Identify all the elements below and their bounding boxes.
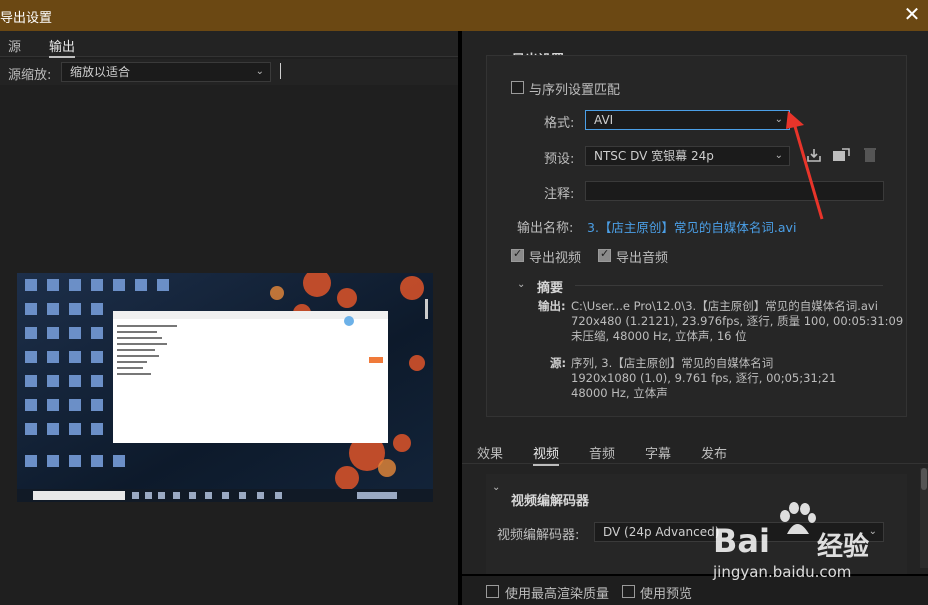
preset-value: NTSC DV 宽银幕 24p <box>594 149 714 163</box>
format-value: AVI <box>594 113 614 127</box>
format-label: 格式: <box>544 116 575 131</box>
use-preview-label: 使用预览 <box>640 587 693 602</box>
tab-video[interactable]: 视频 <box>533 443 560 466</box>
left-tabs: 源 输出 <box>0 31 458 58</box>
summary-output-line: 720x480 (1.2121), 23.976fps, 逐行, 质量 100,… <box>571 314 904 328</box>
export-audio-label: 导出音频 <box>616 251 669 266</box>
max-quality-checkbox[interactable] <box>486 585 499 598</box>
output-name-link[interactable]: 3.【店主原创】常见的自媒体名词.avi <box>587 217 796 236</box>
export-settings-panel: 与序列设置匹配 格式: AVI ⌄ 预设: NTSC DV 宽银幕 24p ⌄ … <box>486 55 907 417</box>
comment-input[interactable] <box>585 181 884 201</box>
watermark-brand-suffix: 经验 <box>817 532 870 562</box>
summary-header: 摘要 <box>537 281 564 296</box>
export-video-checkbox[interactable] <box>511 247 524 262</box>
title-bar: 导出设置 ✕ <box>0 0 928 31</box>
desktop-thumbnail <box>17 273 433 502</box>
format-dropdown[interactable]: AVI ⌄ <box>585 110 790 130</box>
match-sequence-label: 与序列设置匹配 <box>529 83 621 98</box>
summary-output-line: 未压缩, 48000 Hz, 立体声, 16 位 <box>571 329 747 343</box>
chevron-down-icon[interactable]: ⌄ <box>517 279 525 290</box>
summary-output-line: C:\User...e Pro\12.0\3.【店主原创】常见的自媒体名词.av… <box>571 299 878 313</box>
comment-label: 注释: <box>544 187 575 202</box>
baidu-watermark: Bai 经验 jingyan.baidu.com <box>705 500 915 590</box>
video-codec-label: 视频编解码器: <box>497 528 580 543</box>
chevron-down-icon[interactable]: ⌄ <box>492 482 500 493</box>
delete-preset-icon[interactable] <box>861 147 879 163</box>
source-scale-label: 源缩放: <box>8 68 52 83</box>
match-sequence-checkbox[interactable] <box>511 81 524 94</box>
right-tabs: 效果 视频 音频 字幕 发布 <box>462 436 928 466</box>
import-preset-icon[interactable] <box>832 148 850 164</box>
chevron-down-icon: ⌄ <box>255 66 264 77</box>
export-video-label: 导出视频 <box>529 251 582 266</box>
summary-source-label: 源: <box>550 356 567 370</box>
annotation-arrow <box>786 111 824 220</box>
summary-source-line: 1920x1080 (1.0), 9.761 fps, 逐行, 00;05;31… <box>571 371 837 385</box>
close-icon[interactable]: ✕ <box>902 3 922 25</box>
preset-dropdown[interactable]: NTSC DV 宽银幕 24p ⌄ <box>585 146 790 166</box>
source-scale-row: 源缩放: 缩放以适合 ⌄ <box>0 59 458 85</box>
source-scale-dropdown[interactable]: 缩放以适合 ⌄ <box>61 62 271 82</box>
video-codec-header: 视频编解码器 <box>511 494 590 509</box>
summary-source-line: 序列, 3.【店主原创】常见的自媒体名词 <box>571 356 774 370</box>
window-title: 导出设置 <box>0 11 53 26</box>
summary-divider <box>575 285 883 286</box>
output-name-label: 输出名称: <box>517 221 574 236</box>
tab-publish[interactable]: 发布 <box>701 443 727 462</box>
export-audio-checkbox[interactable] <box>598 247 611 262</box>
watermark-url: jingyan.baidu.com <box>713 563 852 581</box>
tab-source[interactable]: 源 <box>8 36 21 55</box>
summary-source-line: 48000 Hz, 立体声 <box>571 386 668 400</box>
tab-effects[interactable]: 效果 <box>477 443 503 462</box>
summary-output-label: 输出: <box>538 299 566 313</box>
preset-label: 预设: <box>544 152 575 167</box>
left-panel: 源 输出 源缩放: 缩放以适合 ⌄ <box>0 31 458 605</box>
tab-output[interactable]: 输出 <box>49 36 76 58</box>
max-quality-label: 使用最高渲染质量 <box>505 587 610 602</box>
use-preview-checkbox[interactable] <box>622 585 635 598</box>
tab-captions[interactable]: 字幕 <box>645 443 671 462</box>
video-preview <box>17 273 433 502</box>
tab-audio[interactable]: 音频 <box>589 443 615 462</box>
video-codec-value: DV (24p Advanced) <box>603 525 720 539</box>
paw-icon <box>780 502 816 534</box>
source-scale-value: 缩放以适合 <box>70 65 131 79</box>
scrollbar-thumb[interactable] <box>921 468 927 490</box>
watermark-brand: Bai <box>713 522 770 560</box>
cursor-line <box>280 63 281 79</box>
